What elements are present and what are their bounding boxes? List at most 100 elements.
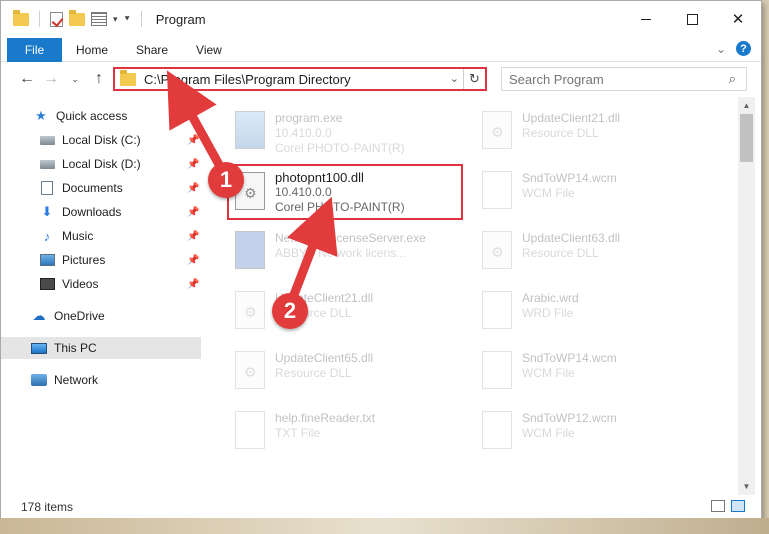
file-icon bbox=[482, 411, 512, 449]
dll-file-icon bbox=[235, 351, 265, 389]
up-arrow-icon[interactable]: ↑ bbox=[87, 70, 111, 88]
address-path[interactable]: C:\Program Files\Program Directory bbox=[144, 72, 351, 87]
refresh-icon[interactable]: ↻ bbox=[463, 69, 485, 89]
details-view-icon[interactable] bbox=[711, 500, 725, 512]
pin-icon[interactable]: 📌 bbox=[187, 183, 199, 194]
status-bar: 178 items bbox=[1, 495, 761, 519]
pictures-icon bbox=[39, 254, 55, 266]
pin-icon[interactable]: 📌 bbox=[187, 135, 199, 146]
folder-icon bbox=[120, 69, 136, 86]
pin-icon[interactable]: 📌 bbox=[187, 207, 199, 218]
file-type: Resource DLL bbox=[522, 126, 599, 140]
list-item-photopnt100-dll[interactable]: photopnt100.dll 10.410.0.0 Corel PHOTO-P… bbox=[229, 166, 461, 218]
tab-home[interactable]: Home bbox=[62, 43, 122, 57]
quick-access-toolbar: ▾ ⯆ Program bbox=[1, 9, 206, 27]
computer-icon bbox=[31, 342, 47, 354]
dll-file-icon bbox=[482, 231, 512, 269]
window-controls: ✕ bbox=[623, 1, 761, 37]
file-type: WCM File bbox=[522, 426, 575, 440]
sidebar-item-local-disk-c[interactable]: Local Disk (C:) 📌 bbox=[1, 129, 201, 151]
search-box[interactable]: ⌕ bbox=[501, 67, 747, 91]
list-item[interactable]: Network&LicenseServer.exe ABBYY Network … bbox=[231, 225, 471, 277]
file-icon bbox=[482, 351, 512, 389]
list-item[interactable]: help.fineReader.txt TXT File bbox=[231, 405, 471, 457]
search-input[interactable] bbox=[509, 71, 709, 87]
expand-ribbon-icon[interactable]: ⌄ bbox=[716, 42, 726, 56]
file-name: SndToWP14.wcm bbox=[522, 171, 617, 185]
properties-icon[interactable] bbox=[91, 12, 107, 26]
sidebar-item-this-pc[interactable]: This PC bbox=[1, 337, 201, 359]
file-type: TXT File bbox=[275, 426, 321, 440]
sidebar-item-label: OneDrive bbox=[54, 309, 105, 323]
file-name: SndToWP14.wcm bbox=[522, 351, 617, 365]
list-item[interactable]: UpdateClient65.dll Resource DLL bbox=[231, 345, 471, 397]
sidebar-item-onedrive[interactable]: ☁ OneDrive bbox=[1, 305, 201, 327]
sidebar-item-downloads[interactable]: ⬇ Downloads 📌 bbox=[1, 201, 201, 223]
list-item[interactable]: UpdateClient21.dll Resource DLL bbox=[231, 285, 471, 337]
scroll-down-icon[interactable]: ▼ bbox=[738, 478, 755, 495]
close-button[interactable]: ✕ bbox=[715, 1, 761, 37]
search-icon[interactable]: ⌕ bbox=[729, 71, 736, 87]
sidebar-item-label: Quick access bbox=[56, 109, 128, 123]
list-item[interactable]: SndToWP12.wcm WCM File bbox=[478, 405, 718, 457]
file-name: photopnt100.dll bbox=[275, 170, 364, 185]
explorer-window: ▾ ⯆ Program ✕ File Home Share View ⌄ ? ←… bbox=[0, 0, 762, 520]
tab-share[interactable]: Share bbox=[122, 43, 182, 57]
sidebar-item-label: Pictures bbox=[62, 253, 106, 267]
maximize-button[interactable] bbox=[669, 1, 715, 37]
customize-toolbar-icon[interactable]: ⯆ bbox=[124, 14, 131, 25]
recent-locations-icon[interactable]: ⌄ bbox=[63, 74, 87, 85]
back-arrow-icon[interactable]: ← bbox=[15, 70, 39, 88]
sidebar-item-pictures[interactable]: Pictures 📌 bbox=[1, 249, 201, 271]
file-type: Resource DLL bbox=[522, 246, 599, 260]
sidebar-item-videos[interactable]: Videos 📌 bbox=[1, 273, 201, 295]
help-icon[interactable]: ? bbox=[736, 41, 751, 56]
list-item[interactable]: program.exe 10.410.0.0 Corel PHOTO-PAINT… bbox=[231, 105, 471, 157]
sidebar-item-label: Music bbox=[62, 229, 94, 243]
navigation-pane: ★ Quick access Local Disk (C:) 📌 Local D… bbox=[1, 101, 201, 491]
pin-icon[interactable]: 📌 bbox=[187, 159, 199, 170]
sidebar-item-local-disk-d[interactable]: Local Disk (D:) 📌 bbox=[1, 153, 201, 175]
list-item[interactable]: UpdateClient21.dll Resource DLL bbox=[478, 105, 718, 157]
scroll-up-icon[interactable]: ▲ bbox=[738, 97, 755, 114]
tab-view[interactable]: View bbox=[182, 43, 236, 57]
sidebar-item-quick-access[interactable]: ★ Quick access bbox=[1, 105, 201, 127]
tab-file[interactable]: File bbox=[7, 37, 62, 62]
file-type: ABBYY Network licens... bbox=[275, 246, 407, 260]
text-file-icon bbox=[235, 411, 265, 449]
scroll-thumb[interactable] bbox=[740, 114, 753, 162]
ribbon-tabs: File Home Share View ⌄ ? bbox=[1, 37, 761, 62]
sidebar-item-music[interactable]: ♪ Music 📌 bbox=[1, 225, 201, 247]
vertical-scrollbar[interactable]: ▲ ▼ bbox=[738, 97, 755, 495]
toolbar-divider bbox=[140, 11, 142, 27]
file-description: Corel PHOTO-PAINT(R) bbox=[275, 141, 405, 155]
list-item[interactable]: SndToWP14.wcm WCM File bbox=[478, 165, 718, 217]
chevron-down-icon[interactable]: ▾ bbox=[113, 14, 118, 25]
pin-icon[interactable]: 📌 bbox=[187, 279, 199, 290]
download-icon: ⬇ bbox=[41, 204, 53, 219]
minimize-button[interactable] bbox=[623, 1, 669, 37]
list-item[interactable]: SndToWP14.wcm WCM File bbox=[478, 345, 718, 397]
pin-icon[interactable]: 📌 bbox=[187, 255, 199, 266]
address-bar[interactable]: C:\Program Files\Program Directory ⌄ ↻ bbox=[113, 67, 487, 91]
sidebar-item-label: Videos bbox=[62, 277, 99, 291]
file-name: Arabic.wrd bbox=[522, 291, 579, 305]
new-folder-icon[interactable] bbox=[69, 9, 85, 26]
file-icon bbox=[482, 171, 512, 209]
chevron-down-icon[interactable]: ⌄ bbox=[450, 72, 459, 85]
pin-icon[interactable]: 📌 bbox=[187, 231, 199, 242]
item-count: 178 items bbox=[21, 500, 74, 514]
sidebar-item-network[interactable]: Network bbox=[1, 369, 201, 391]
sidebar-item-label: Network bbox=[54, 373, 99, 387]
file-name: program.exe bbox=[275, 111, 343, 125]
network-icon bbox=[31, 374, 47, 386]
list-item[interactable]: Arabic.wrd WRD File bbox=[478, 285, 718, 337]
sidebar-item-documents[interactable]: Documents 📌 bbox=[1, 177, 201, 199]
forward-arrow-icon[interactable]: → bbox=[39, 70, 63, 88]
list-item[interactable]: UpdateClient63.dll Resource DLL bbox=[478, 225, 718, 277]
properties-check-icon[interactable] bbox=[50, 11, 63, 27]
file-icon bbox=[482, 291, 512, 329]
file-description: Corel PHOTO-PAINT(R) bbox=[275, 200, 405, 214]
large-icons-view-icon[interactable] bbox=[731, 500, 745, 512]
star-icon: ★ bbox=[35, 108, 47, 123]
